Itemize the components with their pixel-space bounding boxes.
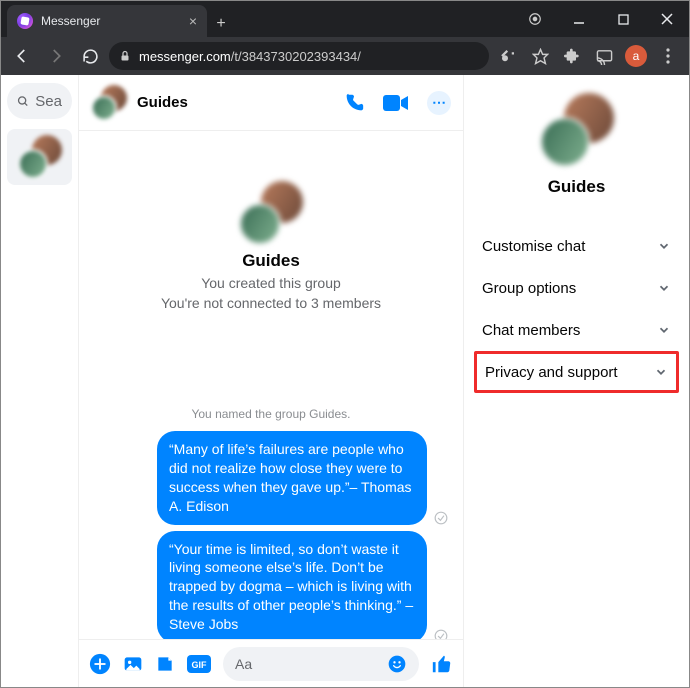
group-avatar <box>540 93 614 167</box>
details-panel: Guides Customise chat Group options Chat… <box>464 75 689 687</box>
extensions-icon[interactable] <box>557 41 587 71</box>
intro-line: You're not connected to 3 members <box>93 295 449 311</box>
search-placeholder: Sea <box>35 93 62 110</box>
conversation-title: Guides <box>137 94 188 111</box>
video-call-button[interactable] <box>383 91 409 115</box>
message-placeholder: Aa <box>235 656 252 672</box>
search-icon <box>17 94 29 109</box>
conversation-intro: Guides You created this group You're not… <box>93 181 449 311</box>
messenger-app: Sea Guides ⋯ Guides <box>1 75 689 687</box>
messenger-favicon <box>17 13 33 29</box>
reload-button[interactable] <box>75 41 105 71</box>
system-message: You named the group Guides. <box>93 407 449 421</box>
minimize-button[interactable] <box>557 1 601 37</box>
incognito-or-account-icon[interactable] <box>513 1 557 37</box>
forward-button[interactable] <box>41 41 71 71</box>
sent-message-bubble[interactable]: “Your time is limited, so don’t waste it… <box>157 531 427 639</box>
group-avatar <box>91 85 127 121</box>
chevron-down-icon <box>657 239 671 253</box>
window-controls <box>513 1 689 37</box>
maximize-button[interactable] <box>601 1 645 37</box>
conversation-info-button[interactable]: ⋯ <box>427 91 451 115</box>
star-icon[interactable] <box>525 41 555 71</box>
cast-icon[interactable] <box>589 41 619 71</box>
group-avatar <box>239 181 303 245</box>
message-composer: GIF Aa <box>79 639 463 687</box>
section-label: Customise chat <box>482 238 585 255</box>
conversation-list-item[interactable] <box>7 129 72 185</box>
delivered-icon <box>433 629 449 639</box>
menu-button[interactable] <box>653 41 683 71</box>
message-row: “Your time is limited, so don’t waste it… <box>93 531 449 639</box>
section-label: Chat members <box>482 322 580 339</box>
message-input[interactable]: Aa <box>223 647 419 681</box>
browser-tab[interactable]: Messenger × <box>7 5 207 37</box>
new-tab-button[interactable]: + <box>207 15 235 37</box>
photo-button[interactable] <box>123 654 143 674</box>
key-icon[interactable] <box>493 41 523 71</box>
emoji-picker-button[interactable] <box>387 654 407 674</box>
sticker-button[interactable] <box>155 654 175 674</box>
svg-text:GIF: GIF <box>192 660 208 670</box>
chevron-down-icon <box>657 323 671 337</box>
section-customise-chat[interactable]: Customise chat <box>474 225 679 267</box>
details-sections: Customise chat Group options Chat member… <box>474 225 679 393</box>
browser-titlebar: Messenger × + <box>1 1 689 37</box>
lock-icon <box>119 50 131 62</box>
chevron-down-icon <box>657 281 671 295</box>
section-privacy-and-support[interactable]: Privacy and support <box>474 351 679 393</box>
url-text: messenger.com/t/3843730202393434/ <box>139 49 361 64</box>
section-group-options[interactable]: Group options <box>474 267 679 309</box>
conversation-header: Guides ⋯ <box>79 75 463 131</box>
details-title: Guides <box>548 177 606 197</box>
delivered-icon <box>433 511 449 525</box>
group-avatar <box>18 135 62 179</box>
browser-toolbar: messenger.com/t/3843730202393434/ a <box>1 37 689 75</box>
gif-button[interactable]: GIF <box>187 655 211 673</box>
conversation-body: Guides You created this group You're not… <box>79 131 463 639</box>
chevron-down-icon <box>654 365 668 379</box>
open-actions-button[interactable] <box>89 653 111 675</box>
voice-call-button[interactable] <box>343 91 365 115</box>
conversation-list-column: Sea <box>1 75 79 687</box>
profile-button[interactable]: a <box>621 41 651 71</box>
address-bar[interactable]: messenger.com/t/3843730202393434/ <box>109 42 489 70</box>
like-button[interactable] <box>431 653 453 675</box>
search-input[interactable]: Sea <box>7 83 72 119</box>
section-label: Privacy and support <box>485 364 618 381</box>
intro-title: Guides <box>93 251 449 271</box>
conversation-column: Guides ⋯ Guides You created this group Y… <box>79 75 464 687</box>
message-row: “Many of life’s failures are people who … <box>93 431 449 525</box>
sent-message-bubble[interactable]: “Many of life’s failures are people who … <box>157 431 427 525</box>
back-button[interactable] <box>7 41 37 71</box>
close-tab-icon[interactable]: × <box>189 13 197 29</box>
tab-title: Messenger <box>41 14 181 28</box>
close-window-button[interactable] <box>645 1 689 37</box>
section-chat-members[interactable]: Chat members <box>474 309 679 351</box>
section-label: Group options <box>482 280 576 297</box>
intro-line: You created this group <box>93 275 449 291</box>
